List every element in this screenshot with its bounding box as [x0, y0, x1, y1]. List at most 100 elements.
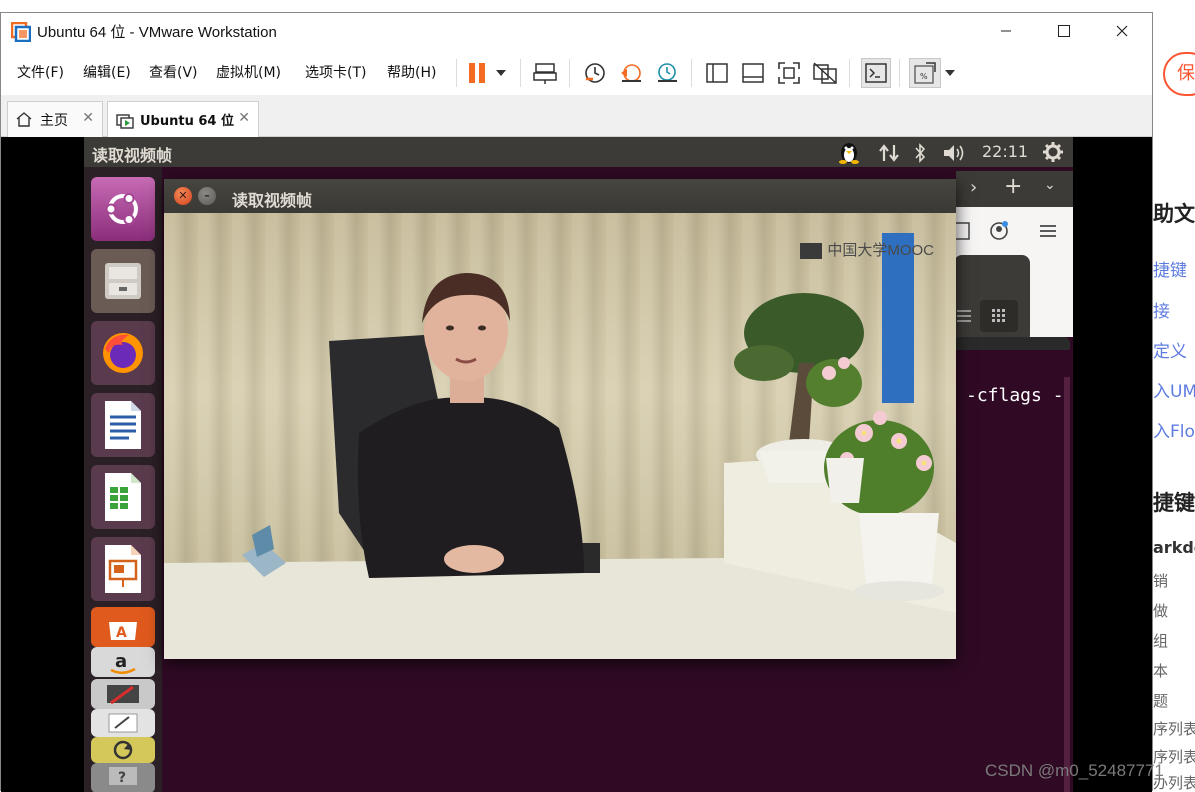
launcher-calc[interactable] — [91, 465, 155, 529]
menu-file[interactable]: 文件(F) — [17, 62, 64, 82]
launcher-files[interactable] — [91, 249, 155, 313]
bg-link[interactable]: 接 — [1153, 297, 1170, 322]
vm-guest-screen[interactable]: › + ⌄ -cflags - 读取视频帧 22:11 A a ? ✕ – 读取… — [1, 137, 1152, 792]
vmware-window: Ubuntu 64 位 - VMware Workstation 文件(F) 编… — [0, 12, 1153, 792]
tab-close-icon[interactable]: ✕ — [82, 110, 94, 126]
launcher-help[interactable]: ? — [91, 763, 155, 792]
bg-heading: 捷键 — [1153, 491, 1195, 515]
calc-spreadsheet-icon — [105, 473, 141, 521]
chevron-right-icon[interactable]: › — [970, 177, 977, 198]
launcher-firefox[interactable] — [91, 321, 155, 385]
menu-bar: 文件(F) 编辑(E) 查看(V) 虚拟机(M) 选项卡(T) 帮助(H) % — [1, 49, 1152, 95]
bg-item: 做 — [1153, 602, 1169, 620]
terminal-text: -cflags - — [966, 385, 1064, 406]
tab-label: 主页 — [40, 113, 68, 129]
pause-dropdown[interactable] — [491, 59, 511, 87]
tab-label: Ubuntu 64 位 — [140, 114, 234, 129]
menu-tabs[interactable]: 选项卡(T) — [305, 62, 366, 82]
bg-link[interactable]: 入Flo — [1153, 417, 1195, 442]
toolbar-separator — [849, 59, 850, 87]
revert-snapshot-icon — [621, 64, 641, 82]
grid-view-button[interactable] — [980, 300, 1018, 332]
full-screen-button[interactable] — [775, 59, 803, 87]
stretch-guest-button[interactable]: % — [909, 58, 941, 88]
snapshot-manager-button[interactable] — [653, 59, 681, 87]
launcher-system-settings[interactable] — [91, 679, 155, 709]
show-thumbnail-button[interactable] — [739, 59, 767, 87]
impress-presentation-icon — [105, 545, 141, 593]
terminal-scrollbar[interactable] — [1064, 377, 1070, 792]
volume-icon[interactable] — [942, 143, 968, 163]
revert-snapshot-button[interactable] — [617, 59, 645, 87]
tab-bar: 主页 ✕ Ubuntu 64 位 ✕ — [1, 95, 1152, 137]
tab-home[interactable]: 主页 ✕ — [7, 101, 103, 137]
bluetooth-icon[interactable] — [914, 143, 926, 163]
bg-item: 销 — [1153, 572, 1169, 590]
launcher-impress[interactable] — [91, 537, 155, 601]
account-icon[interactable] — [989, 221, 1009, 241]
menu-vm[interactable]: 虚拟机(M) — [216, 62, 281, 82]
menu-view[interactable]: 查看(V) — [149, 62, 198, 82]
publish-button[interactable]: 保 — [1163, 52, 1195, 96]
chevron-down-icon — [496, 70, 506, 76]
tab-ubuntu[interactable]: Ubuntu 64 位 ✕ — [107, 101, 259, 137]
network-icon[interactable] — [878, 143, 900, 163]
title-bar: Ubuntu 64 位 - VMware Workstation — [1, 13, 1152, 49]
video-window-titlebar[interactable]: ✕ – 读取视频帧 — [164, 179, 956, 213]
background-view-toolbar — [954, 255, 1030, 343]
bg-subheading: arkdo — [1153, 538, 1195, 557]
hamburger-menu-icon[interactable] — [1039, 224, 1057, 238]
list-view-icon[interactable] — [956, 309, 972, 323]
video-frame-window[interactable]: ✕ – 读取视频帧 中国大学MOOC — [164, 179, 956, 659]
bg-link[interactable]: 捷键 — [1153, 256, 1187, 281]
active-app-title: 读取视频帧 — [92, 146, 173, 165]
send-ctrl-alt-del-button[interactable] — [531, 59, 559, 87]
snapshot-button[interactable] — [581, 59, 609, 87]
tux-icon[interactable] — [836, 140, 862, 164]
unity-button[interactable] — [811, 59, 839, 87]
launcher-amazon[interactable]: a — [91, 647, 155, 677]
bg-link[interactable]: 定义 — [1153, 337, 1187, 362]
video-window-title: 读取视频帧 — [232, 191, 313, 210]
menu-help[interactable]: 帮助(H) — [387, 62, 436, 82]
writer-document-icon — [105, 401, 141, 449]
menu-edit[interactable]: 编辑(E) — [83, 62, 131, 82]
minimize-button[interactable] — [977, 13, 1035, 49]
launcher-writer[interactable] — [91, 393, 155, 457]
window-icon — [954, 222, 970, 240]
thumbnail-bar-icon — [742, 63, 764, 83]
svg-text:%: % — [920, 72, 928, 81]
fullscreen-icon — [778, 62, 800, 84]
pause-button[interactable] — [463, 59, 491, 87]
svg-text:a: a — [115, 651, 127, 672]
bg-item: 组 — [1153, 632, 1169, 650]
lecture-scene-image — [164, 233, 956, 659]
bg-link[interactable]: 入UM — [1153, 377, 1195, 402]
clock[interactable]: 22:11 — [982, 142, 1028, 161]
launcher-software-center[interactable]: A — [91, 607, 155, 647]
launcher-ubuntu-dash[interactable] — [91, 177, 155, 241]
window-minimize-button[interactable]: – — [198, 187, 216, 205]
tab-close-icon[interactable]: ✕ — [238, 110, 250, 126]
ubuntu-desktop: › + ⌄ -cflags - 读取视频帧 22:11 A a ? ✕ – 读取… — [84, 137, 1073, 792]
show-library-button[interactable] — [703, 59, 731, 87]
add-tab-icon[interactable]: + — [1004, 174, 1022, 199]
unity-launcher: A a ? — [84, 167, 162, 792]
window-close-button[interactable]: ✕ — [174, 187, 192, 205]
mooc-watermark: 中国大学MOOC — [827, 242, 934, 259]
background-url-strip — [0, 0, 1153, 12]
stretch-dropdown[interactable] — [941, 59, 959, 87]
chevron-down-icon[interactable]: ⌄ — [1044, 177, 1056, 193]
toolbar-separator — [456, 59, 457, 87]
home-icon — [16, 112, 32, 127]
video-frame: 中国大学MOOC — [164, 213, 956, 659]
close-button[interactable] — [1093, 13, 1151, 49]
pause-icon — [469, 63, 485, 83]
unity-top-panel: 读取视频帧 22:11 — [84, 137, 1073, 167]
maximize-button[interactable] — [1035, 13, 1093, 49]
launcher-update-manager[interactable] — [91, 737, 155, 763]
console-view-button[interactable] — [861, 58, 891, 88]
launcher-text-editor[interactable] — [91, 709, 155, 737]
maximize-icon — [1058, 25, 1070, 37]
power-gear-icon[interactable] — [1042, 141, 1064, 163]
